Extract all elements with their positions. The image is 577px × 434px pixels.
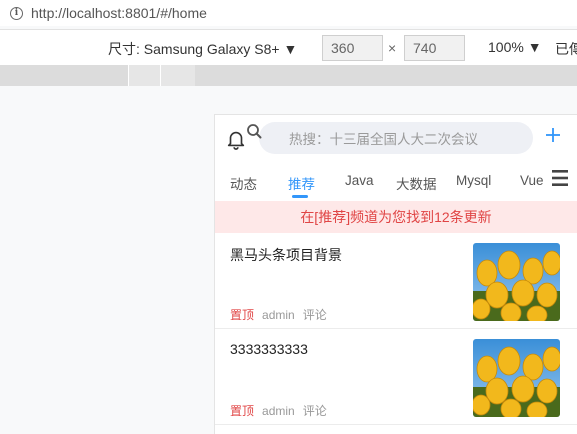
tab-recommend[interactable]: 推荐: [288, 173, 315, 193]
url-text[interactable]: http://localhost:8801/#/home: [31, 5, 207, 21]
article-author: admin: [262, 404, 295, 418]
tab-dongtai[interactable]: 动态: [230, 173, 257, 193]
search-placeholder: 热搜：十三届全国人大二次会议: [289, 132, 478, 147]
article-thumbnail[interactable]: [473, 339, 560, 417]
device-select[interactable]: 尺寸: Samsung Galaxy S8+ ▼: [108, 39, 297, 59]
zoom-select[interactable]: 100% ▼: [488, 39, 542, 55]
device-height-input[interactable]: 740: [404, 35, 465, 61]
active-tab-indicator: [292, 195, 308, 198]
tab-bigdata[interactable]: 大数据: [396, 173, 437, 193]
article-comment: 评论: [302, 308, 327, 322]
search-icon: [247, 124, 262, 139]
menu-icon[interactable]: [552, 169, 568, 187]
dimension-separator: ×: [388, 40, 397, 56]
media-query-segment[interactable]: [128, 65, 160, 86]
device-toolbar: 尺寸: Samsung Galaxy S8+ ▼ 360 × 740 100% …: [0, 29, 577, 65]
channel-tabs: 动态 推荐 Java 大数据 Mysql Vue: [215, 165, 577, 198]
top-tag: 置顶: [230, 308, 255, 322]
article-item[interactable]: 3333333333 置顶 admin 评论: [215, 329, 577, 425]
phone-viewport: 热搜：十三届全国人大二次会议 动态 推荐 Java 大数据 Mysql Vue …: [214, 114, 577, 434]
plus-icon[interactable]: [544, 126, 562, 144]
tab-java[interactable]: Java: [345, 173, 374, 188]
article-meta: 置顶 admin 评论: [230, 402, 335, 419]
tab-vue[interactable]: Vue: [520, 173, 544, 188]
throttle-select[interactable]: 已傳: [555, 39, 577, 59]
article-title[interactable]: 黑马头条项目背景: [230, 245, 342, 265]
article-thumbnail[interactable]: [473, 243, 560, 321]
top-tag: 置顶: [230, 404, 255, 418]
article-meta: 置顶 admin 评论: [230, 306, 335, 323]
update-notice: 在[推荐]频道为您找到12条更新: [215, 201, 577, 233]
article-title[interactable]: 3333333333: [230, 341, 308, 357]
address-bar[interactable]: i http://localhost:8801/#/home: [0, 0, 577, 26]
article-item[interactable]: 黑马头条项目背景 置顶 admin 评论: [215, 233, 577, 329]
article-comment: 评论: [302, 404, 327, 418]
media-query-bar[interactable]: [0, 65, 577, 86]
device-width-input[interactable]: 360: [322, 35, 383, 61]
tab-mysql[interactable]: Mysql: [456, 173, 491, 188]
info-icon[interactable]: i: [10, 6, 23, 20]
bell-icon[interactable]: [225, 127, 247, 151]
search-input[interactable]: 热搜：十三届全国人大二次会议: [259, 122, 533, 154]
media-query-segment[interactable]: [160, 65, 195, 86]
article-author: admin: [262, 308, 295, 322]
